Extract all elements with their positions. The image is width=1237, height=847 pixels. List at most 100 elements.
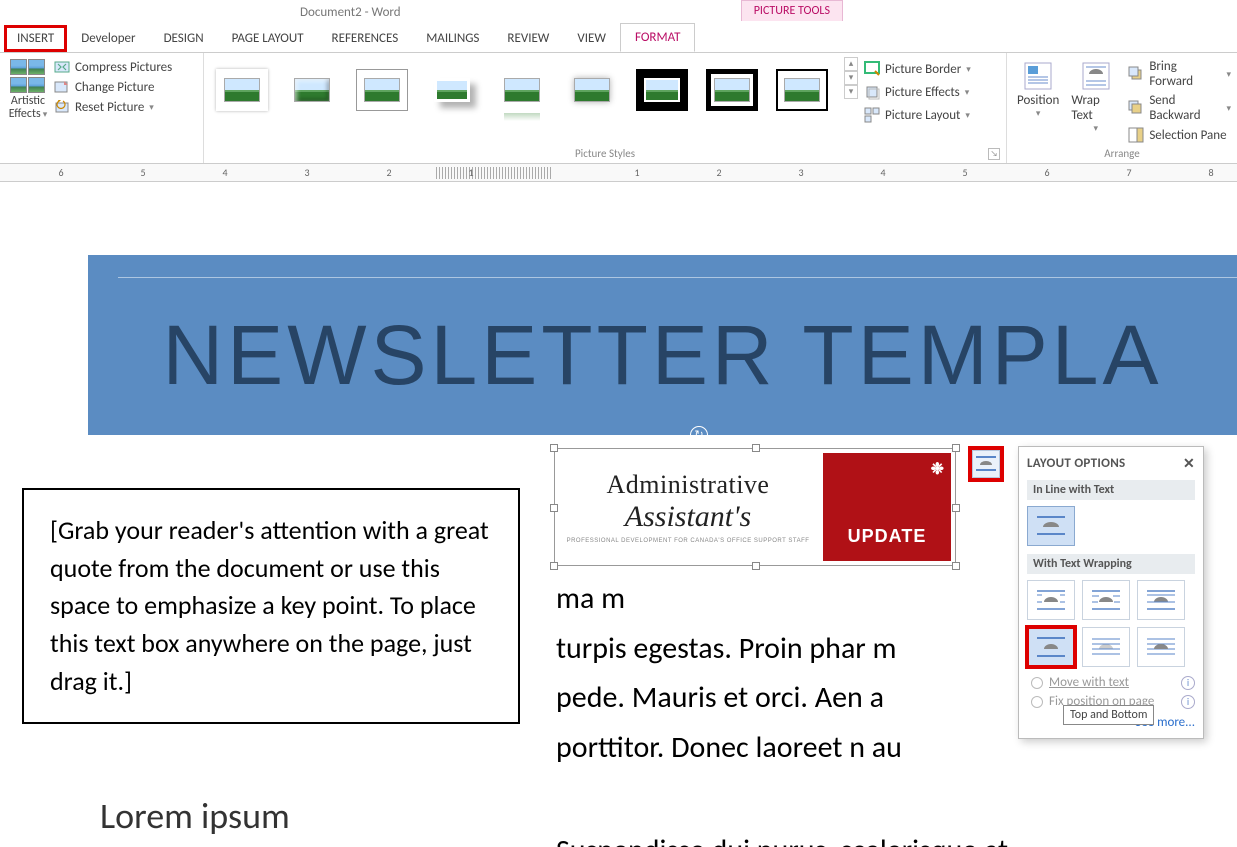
artistic-effects-button[interactable]: Artistic Effects <box>6 57 50 123</box>
resize-handle[interactable] <box>952 444 960 452</box>
change-picture-label: Change Picture <box>75 80 154 95</box>
tab-design[interactable]: DESIGN <box>150 25 218 52</box>
wrap-tight[interactable] <box>1082 580 1130 620</box>
layout-options-button[interactable] <box>968 446 1004 482</box>
compress-icon <box>54 59 70 75</box>
ruler-mark: 1 <box>632 166 642 179</box>
position-button[interactable]: Position <box>1013 57 1063 143</box>
ruler-mark: 4 <box>220 166 230 179</box>
style-swatch[interactable] <box>636 69 688 111</box>
ruler-mark: 6 <box>56 166 66 179</box>
tab-page-layout[interactable]: PAGE LAYOUT <box>218 25 318 52</box>
send-backward-button[interactable]: Send Backward <box>1128 93 1231 123</box>
contextual-tab-picture-tools[interactable]: PICTURE TOOLS <box>741 0 843 21</box>
ruler-mark: 8 <box>1206 166 1216 179</box>
gallery-up-icon[interactable]: ▴ <box>844 57 858 71</box>
style-swatch[interactable] <box>426 69 478 111</box>
artistic-effects-icon <box>10 59 46 93</box>
group-adjust: Artistic Effects Compress Pictures Chang… <box>0 53 204 163</box>
ruler-margin-area <box>436 167 551 179</box>
resize-handle[interactable] <box>752 444 760 452</box>
tab-references[interactable]: REFERENCES <box>318 25 413 52</box>
compress-pictures-button[interactable]: Compress Pictures <box>54 59 172 75</box>
change-picture-button[interactable]: Change Picture <box>54 79 172 95</box>
title-bar: Document2 - Word PICTURE TOOLS <box>0 0 1237 24</box>
tab-view[interactable]: VIEW <box>563 25 620 52</box>
window-title: Document2 - Word <box>300 5 401 20</box>
resize-handle[interactable] <box>952 562 960 570</box>
quote-textbox[interactable]: [Grab your reader's attention with a gre… <box>22 488 520 724</box>
wrap-text-button[interactable]: Wrap Text <box>1067 57 1124 143</box>
group-label-adjust <box>6 158 197 163</box>
group-picture-styles: ▴ ▾ ▾ Picture Border Picture Effects <box>204 53 1007 163</box>
wrap-square[interactable] <box>1027 580 1075 620</box>
logo-update-text: UPDATE <box>848 526 927 547</box>
compress-label: Compress Pictures <box>75 60 172 75</box>
document-area[interactable]: NEWSLETTER TEMPLA ↻ [Grab your reader's … <box>0 200 1237 847</box>
inserted-image[interactable]: Administrative Assistant's PROFESSIONAL … <box>554 448 956 566</box>
tab-format[interactable]: FORMAT <box>620 23 695 52</box>
style-swatch[interactable] <box>776 69 828 111</box>
wrap-through[interactable] <box>1137 580 1185 620</box>
style-swatch[interactable] <box>496 69 548 111</box>
info-icon[interactable]: i <box>1181 676 1195 690</box>
radio-move-with-text[interactable]: Move with text i <box>1031 675 1195 690</box>
resize-handle[interactable] <box>952 504 960 512</box>
ruler-mark: 5 <box>960 166 970 179</box>
ruler-mark: 7 <box>1124 166 1134 179</box>
position-icon <box>1021 59 1055 93</box>
style-swatch[interactable] <box>706 69 758 111</box>
send-backward-label: Send Backward <box>1149 93 1221 123</box>
wrap-inline[interactable] <box>1027 506 1075 546</box>
resize-handle[interactable] <box>550 562 558 570</box>
section-inline: In Line with Text <box>1027 480 1195 500</box>
resize-handle[interactable] <box>752 562 760 570</box>
wrap-text-label: Wrap Text <box>1071 93 1120 123</box>
ruler-mark: 2 <box>384 166 394 179</box>
bring-forward-icon <box>1128 66 1144 82</box>
wrap-behind[interactable] <box>1082 627 1130 667</box>
style-swatch[interactable] <box>356 69 408 111</box>
gallery-down-icon[interactable]: ▾ <box>844 71 858 85</box>
ruler-mark: 2 <box>714 166 724 179</box>
info-icon[interactable]: i <box>1181 695 1195 709</box>
selection-pane-button[interactable]: Selection Pane <box>1128 127 1231 143</box>
aau-logo: Administrative Assistant's PROFESSIONAL … <box>555 449 955 565</box>
bring-forward-label: Bring Forward <box>1149 59 1221 89</box>
reset-picture-button[interactable]: Reset Picture <box>54 99 172 115</box>
tab-developer[interactable]: Developer <box>67 25 149 52</box>
picture-layout-button[interactable]: Picture Layout <box>864 107 971 123</box>
horizontal-ruler[interactable]: 65432112345678 <box>0 164 1237 182</box>
style-swatch[interactable] <box>566 69 618 111</box>
dialog-launcher-icon[interactable]: ↘ <box>988 148 1000 160</box>
wrap-front[interactable] <box>1137 627 1185 667</box>
resize-handle[interactable] <box>550 504 558 512</box>
reset-picture-label: Reset Picture <box>75 100 144 115</box>
tab-mailings[interactable]: MAILINGS <box>412 25 493 52</box>
picture-border-button[interactable]: Picture Border <box>864 61 971 77</box>
tab-review[interactable]: REVIEW <box>493 25 563 52</box>
style-swatch[interactable] <box>216 69 268 111</box>
wrap-top-bottom[interactable] <box>1027 627 1075 667</box>
heading-lorem: Lorem ipsum <box>100 794 290 838</box>
position-label: Position <box>1017 93 1059 108</box>
picture-border-label: Picture Border <box>885 62 961 77</box>
rotate-handle-icon[interactable]: ↻ <box>690 426 708 444</box>
close-icon[interactable]: ✕ <box>1183 455 1195 472</box>
style-swatch[interactable] <box>286 69 338 111</box>
picture-effects-button[interactable]: Picture Effects <box>864 84 971 100</box>
tab-insert[interactable]: INSERT <box>4 25 67 52</box>
banner-title: NEWSLETTER TEMPLA <box>163 307 1163 404</box>
move-with-text-label: Move with text <box>1049 675 1129 690</box>
logo-subtitle: PROFESSIONAL DEVELOPMENT FOR CANADA'S OF… <box>567 538 810 544</box>
resize-handle[interactable] <box>550 444 558 452</box>
group-arrange: Position Wrap Text Bring Forward <box>1007 53 1237 163</box>
selection-pane-label: Selection Pane <box>1149 128 1226 143</box>
bring-forward-button[interactable]: Bring Forward <box>1128 59 1231 89</box>
picture-styles-gallery[interactable] <box>210 57 834 111</box>
section-wrapping: With Text Wrapping <box>1027 554 1195 574</box>
picture-effects-label: Picture Effects <box>885 85 960 100</box>
gallery-more-icon[interactable]: ▾ <box>844 85 858 99</box>
styles-gallery-spinner[interactable]: ▴ ▾ ▾ <box>844 57 858 99</box>
callout-title: LAYOUT OPTIONS <box>1027 456 1126 471</box>
